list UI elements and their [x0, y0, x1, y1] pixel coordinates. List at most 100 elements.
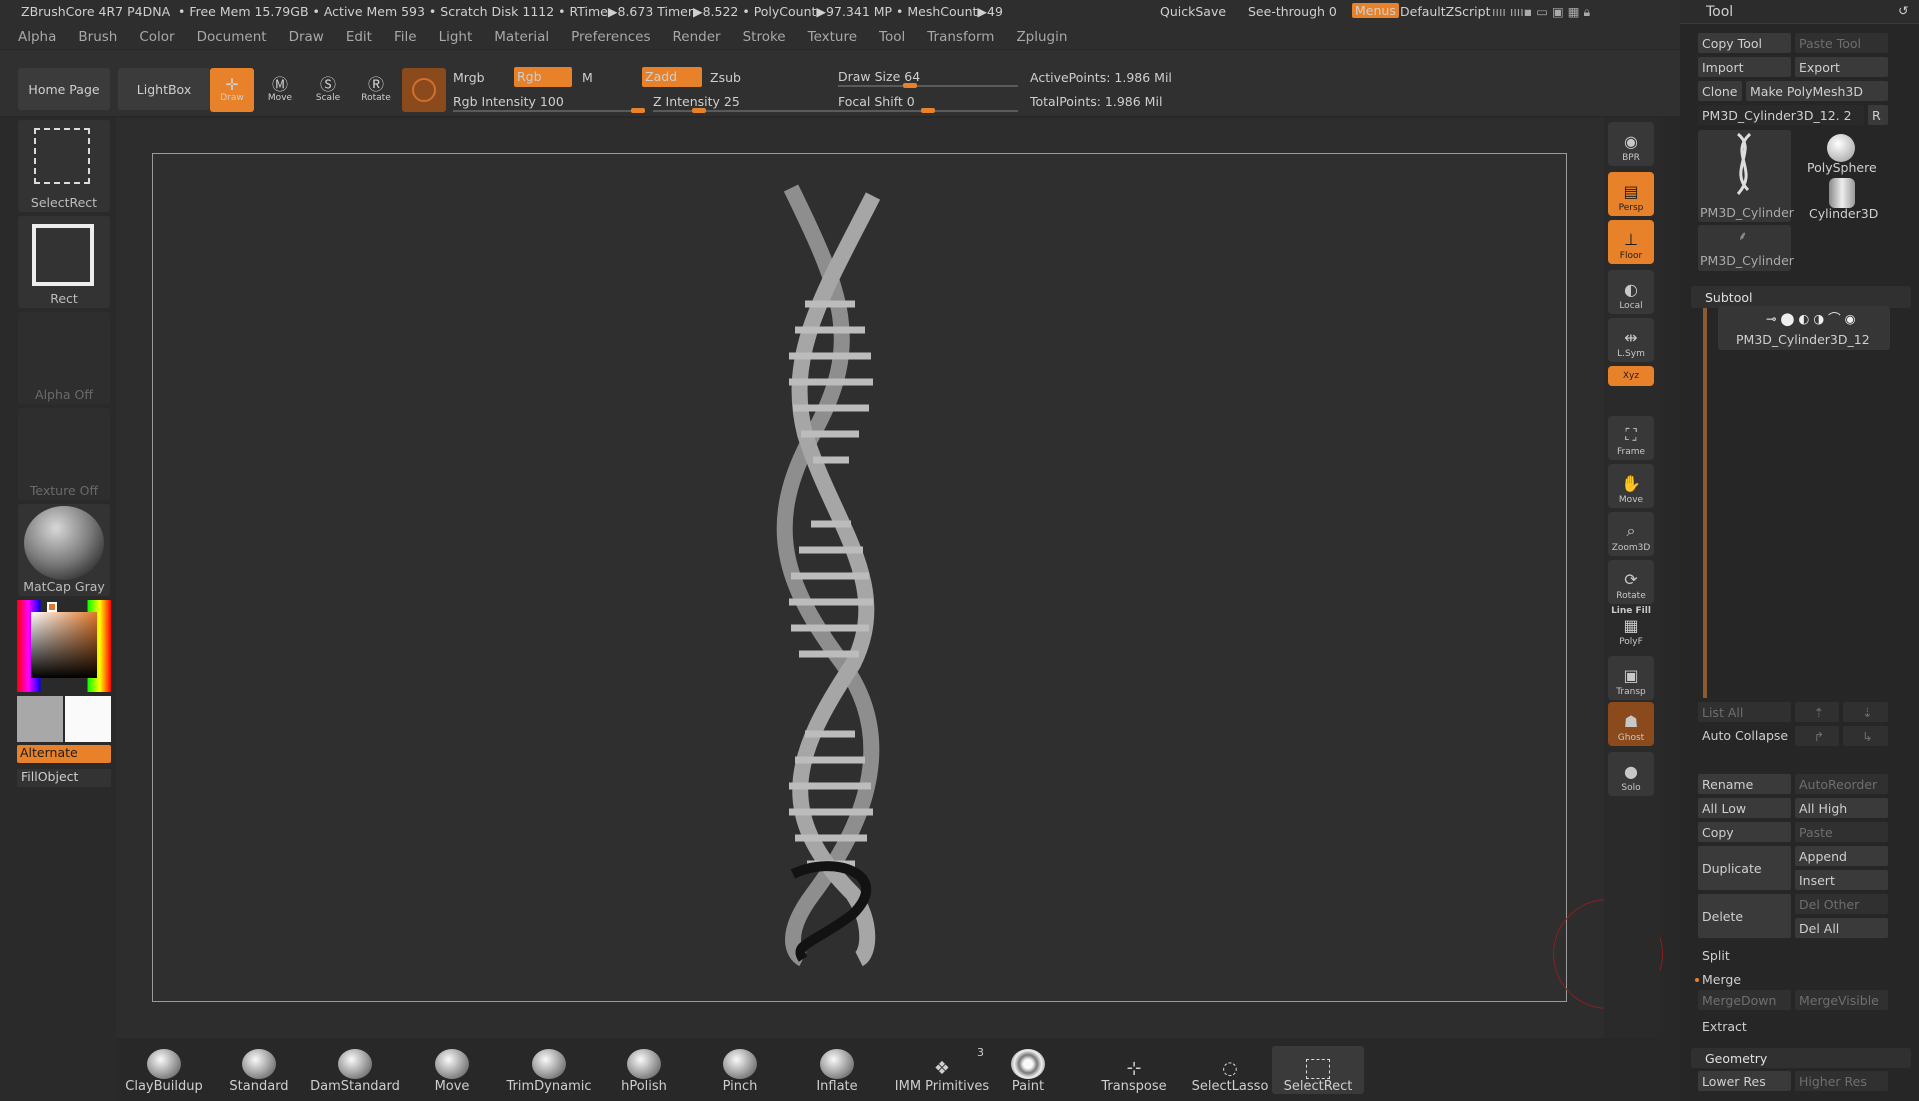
tool-thumb-cylinder3d[interactable]: Cylinder3D: [1795, 178, 1888, 224]
arrow-up-right-icon[interactable]: ↱: [1795, 726, 1839, 746]
primary-color-swatch[interactable]: [65, 696, 111, 742]
menu-texture[interactable]: Texture: [808, 29, 857, 45]
higher-res-button[interactable]: Higher Res: [1795, 1071, 1888, 1091]
paste-tool-button[interactable]: Paste Tool: [1795, 33, 1888, 53]
frame-button[interactable]: ⛶ Frame: [1608, 416, 1654, 460]
layout-icons[interactable]: ıııı ıııı▪ ▭ ▣ ▦ 🔒︎: [1492, 4, 1590, 20]
split-section[interactable]: Split: [1702, 948, 1730, 963]
draw-mode-button[interactable]: ✛ Draw: [210, 68, 254, 112]
mergedown-button[interactable]: MergeDown: [1698, 990, 1791, 1010]
brush-selectrect[interactable]: SelectRect: [1272, 1046, 1364, 1094]
local-button[interactable]: ◐ Local: [1608, 270, 1654, 314]
auto-collapse-toggle[interactable]: Auto Collapse: [1702, 728, 1788, 743]
duplicate-button[interactable]: Duplicate: [1698, 846, 1791, 890]
rename-button[interactable]: Rename: [1698, 774, 1791, 794]
menu-document[interactable]: Document: [197, 29, 267, 45]
menu-zplugin[interactable]: Zplugin: [1016, 29, 1067, 45]
floor-button[interactable]: ⊥ Floor: [1608, 220, 1654, 264]
brush-hpolish[interactable]: hPolish: [604, 1046, 684, 1094]
append-button[interactable]: Append: [1795, 846, 1888, 866]
brush-claybuildup[interactable]: ClayBuildup: [124, 1046, 204, 1094]
menu-brush[interactable]: Brush: [78, 29, 117, 45]
palette-close-icon[interactable]: ↺: [1898, 3, 1908, 18]
zoom3d-button[interactable]: ⌕ Zoom3D: [1608, 512, 1654, 556]
bpr-button[interactable]: ◉ BPR: [1608, 122, 1654, 166]
selectrect-brush-slot[interactable]: SelectRect: [18, 120, 110, 212]
polyf-button[interactable]: Line Fill ▦ PolyF: [1608, 606, 1654, 650]
brush-move[interactable]: Move: [412, 1046, 492, 1094]
seethrough-slider[interactable]: See-through 0: [1248, 4, 1337, 19]
del-other-button[interactable]: Del Other: [1795, 894, 1888, 914]
move-mode-button[interactable]: Ⓜ Move: [258, 68, 302, 112]
solo-button[interactable]: ● Solo: [1608, 752, 1654, 796]
default-zscript[interactable]: DefaultZScript: [1400, 4, 1491, 19]
tool-thumb-polysphere[interactable]: PolySphere: [1795, 130, 1888, 176]
rotate-view-button[interactable]: ⟳ Rotate: [1608, 560, 1654, 604]
persp-button[interactable]: ▤ Persp: [1608, 172, 1654, 216]
z-intensity-slider[interactable]: [653, 108, 838, 113]
lower-res-button[interactable]: Lower Res: [1698, 1071, 1791, 1091]
menus-toggle[interactable]: Menus: [1352, 3, 1399, 18]
brush-damstandard[interactable]: DamStandard: [310, 1046, 400, 1094]
material-swatch-button[interactable]: [402, 68, 446, 112]
zadd-toggle[interactable]: Zadd: [642, 67, 702, 87]
copy-tool-button[interactable]: Copy Tool: [1698, 33, 1791, 53]
copy-subtool-button[interactable]: Copy: [1698, 822, 1791, 842]
clone-button[interactable]: Clone: [1698, 81, 1742, 101]
brush-trimdynamic[interactable]: TrimDynamic: [507, 1046, 592, 1094]
tool-thumb-pm3d[interactable]: ⸙ PM3D_Cylinder: [1698, 225, 1794, 271]
stroke-rect-slot[interactable]: Rect: [18, 216, 110, 308]
menu-file[interactable]: File: [394, 29, 417, 45]
dna-helix-model[interactable]: [153, 154, 1568, 1003]
home-page-button[interactable]: Home Page: [18, 68, 110, 110]
mrgb-toggle[interactable]: Mrgb: [453, 70, 485, 85]
merge-section[interactable]: Merge: [1702, 972, 1741, 987]
make-polymesh-button[interactable]: Make PolyMesh3D: [1746, 81, 1888, 101]
brush-selectlasso[interactable]: ◌ SelectLasso: [1180, 1046, 1280, 1094]
subtool-section-header[interactable]: Subtool: [1691, 286, 1911, 308]
focal-shift-thumb[interactable]: [921, 108, 935, 113]
focal-shift-slider[interactable]: [838, 108, 1018, 113]
lightbox-button[interactable]: LightBox: [118, 68, 210, 110]
geometry-section-header[interactable]: Geometry: [1691, 1048, 1911, 1068]
brush-paint[interactable]: Paint: [988, 1046, 1068, 1094]
autoreorder-button[interactable]: AutoReorder: [1795, 774, 1888, 794]
rgb-intensity-slider[interactable]: [453, 108, 645, 113]
menu-material[interactable]: Material: [494, 29, 549, 45]
fillobject-button[interactable]: FillObject: [17, 769, 111, 787]
z-intensity-thumb[interactable]: [692, 108, 707, 113]
menu-light[interactable]: Light: [439, 29, 473, 45]
menu-transform[interactable]: Transform: [927, 29, 994, 45]
tool-thumb-current[interactable]: PM3D_Cylinder: [1698, 130, 1794, 222]
all-high-button[interactable]: All High: [1795, 798, 1888, 818]
rgb-intensity-thumb[interactable]: [631, 108, 645, 113]
menu-preferences[interactable]: Preferences: [571, 29, 650, 45]
subtool-scrollbar[interactable]: [1703, 308, 1707, 698]
menu-render[interactable]: Render: [673, 29, 721, 45]
brush-imm-primitives[interactable]: ❖ IMM Primitives 3: [892, 1046, 992, 1094]
menu-tool[interactable]: Tool: [879, 29, 905, 45]
xyz-button[interactable]: Xyz: [1608, 366, 1654, 386]
move-view-button[interactable]: ✋ Move: [1608, 464, 1654, 508]
alternate-button[interactable]: Alternate: [17, 745, 111, 763]
export-button[interactable]: Export: [1795, 57, 1888, 77]
arrow-down-right-icon[interactable]: ↳: [1843, 726, 1888, 746]
move-up-icon[interactable]: ⇡: [1795, 702, 1839, 722]
texture-slot[interactable]: Texture Off: [18, 408, 110, 500]
menu-edit[interactable]: Edit: [346, 29, 372, 45]
ghost-button[interactable]: ☗ Ghost: [1608, 702, 1654, 746]
rotate-mode-button[interactable]: Ⓡ Rotate: [354, 68, 398, 112]
del-all-button[interactable]: Del All: [1795, 918, 1888, 938]
subtool-item[interactable]: ⊸ ⬤ ◐ ◑ ⌒ ◉ PM3D_Cylinder3D_12: [1718, 306, 1890, 350]
move-down-icon[interactable]: ⇣: [1843, 702, 1888, 722]
draw-size-thumb[interactable]: [903, 83, 917, 88]
mergevisible-button[interactable]: MergeVisible: [1795, 990, 1888, 1010]
quicksave-button[interactable]: QuickSave: [1160, 4, 1226, 19]
secondary-color-swatch[interactable]: [17, 696, 63, 742]
hue-marker[interactable]: [47, 602, 57, 612]
rgb-toggle[interactable]: Rgb: [514, 67, 572, 87]
color-picker-square[interactable]: [31, 612, 97, 678]
lsym-button[interactable]: ⇹ L.Sym: [1608, 318, 1654, 362]
viewport-canvas[interactable]: [152, 153, 1663, 1009]
material-slot[interactable]: MatCap Gray: [18, 504, 110, 596]
